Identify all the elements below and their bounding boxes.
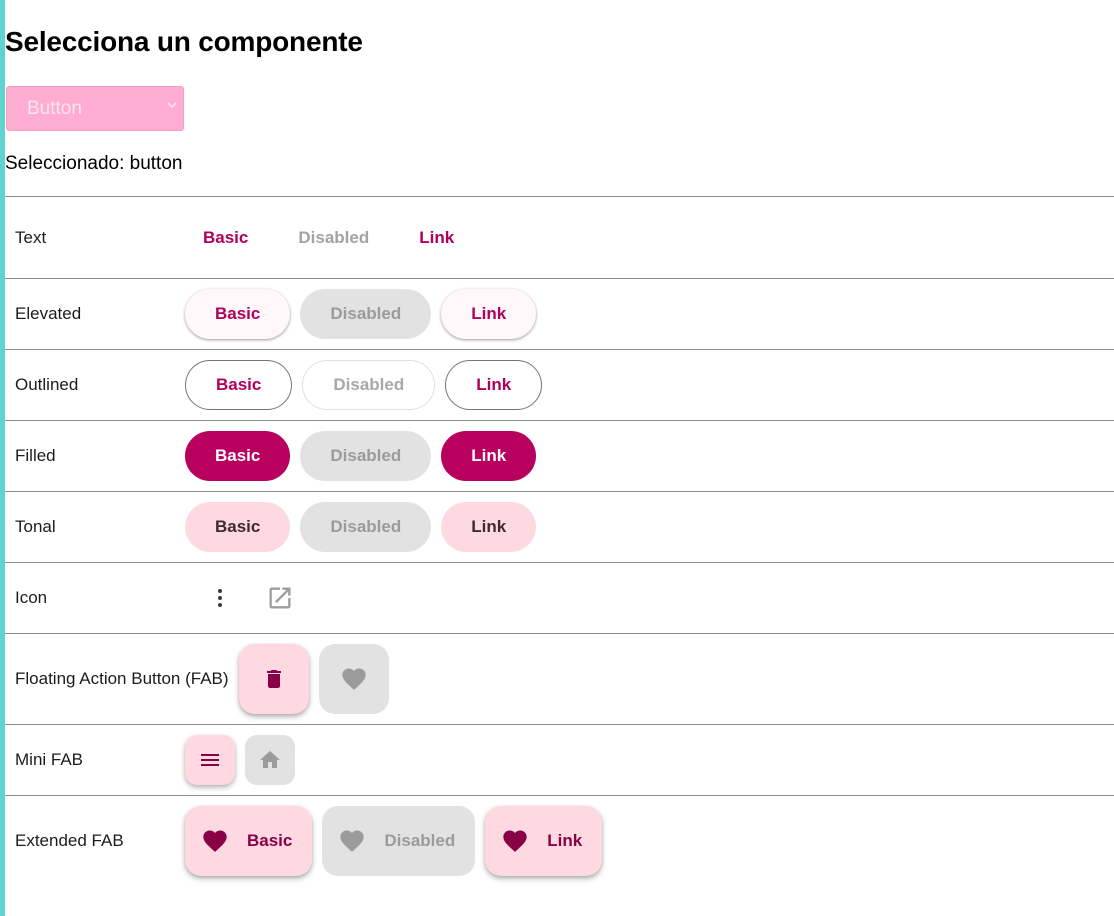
home-icon: [260, 751, 280, 768]
row-outlined: Outlined Basic Disabled Link: [5, 350, 1114, 421]
extended-fab-link-button[interactable]: Link: [485, 806, 603, 876]
favorite-icon: [503, 830, 527, 852]
row-text: Text Basic Disabled Link: [5, 197, 1114, 279]
extended-fab-label: Link: [547, 831, 583, 850]
elevated-link-button[interactable]: Link: [441, 289, 537, 339]
row-label: Floating Action Button (FAB): [15, 669, 229, 688]
more-vert-icon[interactable]: [200, 578, 240, 618]
favorite-icon: [340, 830, 365, 852]
button-variants-table: Text Basic Disabled Link Elevated Basic …: [5, 196, 1114, 886]
row-elevated: Elevated Basic Disabled Link: [5, 279, 1114, 350]
extended-fab-label: Basic: [247, 831, 293, 850]
text-basic-button[interactable]: Basic: [185, 213, 266, 263]
component-select-value: Button: [27, 97, 82, 119]
row-filled: Filled Basic Disabled Link: [5, 421, 1114, 492]
outlined-basic-button[interactable]: Basic: [185, 360, 293, 410]
row-label: Mini FAB: [15, 750, 84, 769]
menu-mini-fab-button[interactable]: [185, 735, 235, 785]
filled-basic-button[interactable]: Basic: [185, 431, 291, 481]
favorite-icon: [203, 830, 227, 852]
elevated-disabled-button[interactable]: Disabled: [300, 289, 432, 339]
home-mini-fab-button-disabled[interactable]: [245, 735, 295, 785]
chevron-down-icon: [166, 99, 178, 111]
extended-fab-label: Disabled: [384, 831, 456, 850]
favorite-icon: [341, 668, 366, 690]
row-fab: Floating Action Button (FAB): [5, 634, 1114, 725]
row-label: Outlined: [15, 375, 79, 394]
row-tonal: Tonal Basic Disabled Link: [5, 492, 1114, 563]
row-label: Filled: [15, 446, 56, 465]
extended-fab-disabled-button[interactable]: Disabled: [322, 806, 476, 876]
row-label: Text: [15, 227, 47, 247]
row-label: Tonal: [15, 517, 56, 536]
elevated-basic-button[interactable]: Basic: [185, 289, 291, 339]
tonal-disabled-button[interactable]: Disabled: [300, 502, 432, 552]
outlined-disabled-button[interactable]: Disabled: [302, 360, 436, 410]
row-icon: Icon: [5, 563, 1114, 634]
text-disabled-button[interactable]: Disabled: [274, 213, 393, 263]
outlined-link-button[interactable]: Link: [445, 360, 543, 410]
tonal-basic-button[interactable]: Basic: [185, 502, 291, 552]
favorite-fab-button-disabled[interactable]: [318, 644, 389, 714]
open-in-new-icon[interactable]: [260, 578, 300, 618]
menu-icon: [201, 754, 219, 766]
delete-icon: [266, 670, 281, 688]
text-link-button[interactable]: Link: [401, 213, 472, 263]
row-label: Elevated: [15, 304, 82, 323]
row-mini-fab: Mini FAB: [5, 725, 1114, 796]
filled-disabled-button[interactable]: Disabled: [300, 431, 432, 481]
component-select[interactable]: Button: [6, 86, 184, 131]
filled-link-button[interactable]: Link: [441, 431, 537, 481]
extended-fab-basic-button[interactable]: Basic: [185, 806, 313, 876]
selected-component-text: Seleccionado: button: [5, 153, 183, 174]
row-extended-fab: Extended FAB Basic Disabled Link: [5, 796, 1114, 886]
row-label: Extended FAB: [15, 831, 124, 850]
page-title: Selecciona un componente: [5, 26, 363, 57]
row-label: Icon: [15, 588, 48, 607]
delete-fab-button[interactable]: [238, 644, 309, 714]
tonal-link-button[interactable]: Link: [441, 502, 537, 552]
